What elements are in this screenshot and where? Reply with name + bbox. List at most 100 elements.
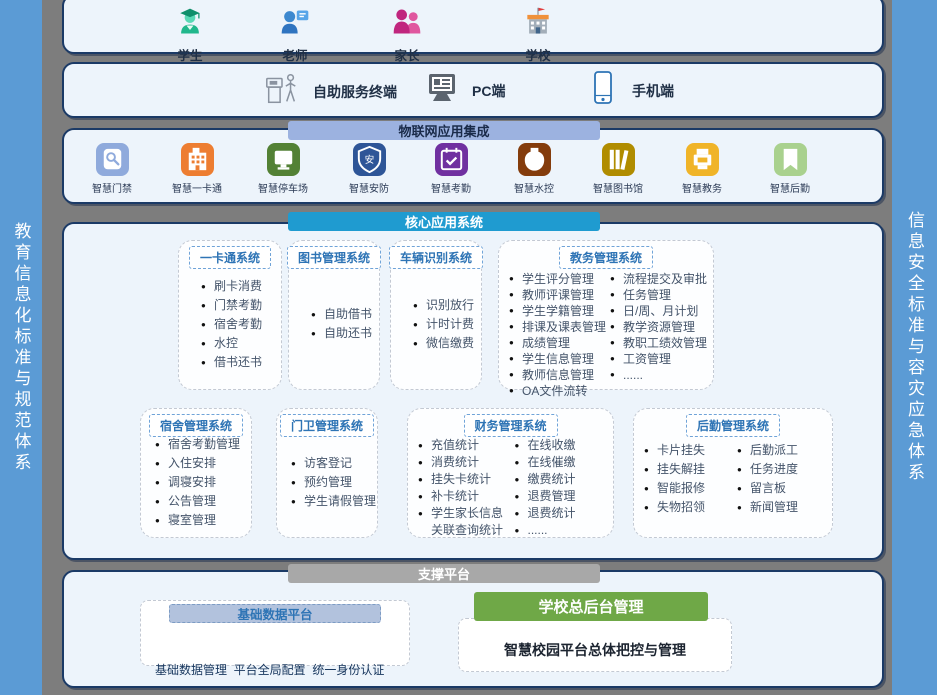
user-school: 学校 — [493, 6, 583, 64]
iot-one-card: 智慧一卡通 — [154, 143, 240, 195]
system-box-gate: 门卫管理系统 访客登记 预约管理 学生请假管理 — [276, 408, 378, 538]
list-item: 自助还书 — [311, 324, 379, 343]
school-admin-description: 智慧校园平台总体把控与管理 — [504, 640, 686, 660]
library-icon — [602, 143, 635, 176]
list-item: 自助借书 — [311, 305, 379, 324]
list-item: 排课及课表管理 — [509, 319, 608, 335]
list-item: 教师信息管理 — [509, 367, 608, 383]
list-item: 刷卡消费 — [201, 277, 281, 296]
support-section-header: 支撑平台 — [288, 564, 600, 583]
system-box-academic: 教务管理系统 学生评分管理 教师评课管理 学生学籍管理 排课及课表管理 成绩管理… — [498, 240, 714, 390]
terminal-mobile: 手机端 — [586, 70, 674, 111]
kiosk-icon — [263, 70, 301, 113]
iot-logistics-label: 智慧后勤 — [770, 180, 810, 195]
list-item: 微信缴费 — [413, 334, 481, 353]
list-item: 挂失卡统计 — [418, 471, 513, 488]
list-item: 工资管理 — [610, 351, 709, 367]
right-standard-bar: 信息安全标准与容灾应急体系 — [892, 0, 937, 695]
list-item: 日/周、月计划 — [610, 303, 709, 319]
list-item: 教师评课管理 — [509, 287, 608, 303]
system-title-onecard: 一卡通系统 — [189, 246, 271, 269]
list-item: 智能报修 — [644, 479, 735, 498]
base-data-platform-title: 基础数据平台 — [169, 604, 381, 623]
list-item: 学生信息管理 — [509, 351, 608, 367]
system-box-vehicle: 车辆识别系统 识别放行 计时计费 微信缴费 — [390, 240, 482, 390]
iot-academic-label: 智慧教务 — [682, 180, 722, 195]
one-card-icon — [181, 143, 214, 176]
list-item: ...... — [515, 522, 610, 539]
list-item: 学生请假管理 — [291, 492, 377, 511]
base-feature-line: 基础数据管理 平台全局配置 统一身份认证 — [155, 662, 384, 678]
system-box-dorm: 宿舍管理系统 宿舍考勤管理 入住安排 调寝安排 公告管理 寝室管理 — [140, 408, 252, 538]
list-item: 在线催缴 — [515, 454, 610, 471]
system-title-library: 图书管理系统 — [287, 246, 381, 269]
terminal-kiosk-label: 自助服务终端 — [313, 82, 397, 102]
user-teacher: 老师 — [250, 6, 340, 64]
list-item: 在线收缴 — [515, 437, 610, 454]
list-item: 访客登记 — [291, 454, 377, 473]
pc-icon — [424, 70, 460, 111]
left-standard-bar: 教育信息化标准与规范体系 — [0, 0, 42, 695]
list-item: 学生评分管理 — [509, 271, 608, 287]
security-icon: 安 — [353, 143, 386, 176]
school-icon — [522, 6, 554, 43]
support-section-title: 支撑平台 — [418, 564, 470, 583]
list-item: 成绩管理 — [509, 335, 608, 351]
list-item: 充值统计 — [418, 437, 513, 454]
system-title-finance: 财务管理系统 — [463, 414, 557, 437]
list-item: 失物招领 — [644, 498, 735, 517]
logistics-icon — [774, 143, 807, 176]
list-item: 退费管理 — [515, 488, 610, 505]
iot-library: 智慧图书馆 — [575, 143, 661, 195]
access-control-icon — [96, 143, 129, 176]
list-item: 宿舍考勤 — [201, 315, 281, 334]
terminal-mobile-label: 手机端 — [632, 81, 674, 101]
list-item: 门禁考勤 — [201, 296, 281, 315]
list-item: 学生学籍管理 — [509, 303, 608, 319]
list-item: 卡片挂失 — [644, 441, 735, 460]
right-standard-label: 信息安全标准与容灾应急体系 — [902, 211, 927, 484]
iot-security-label: 智慧安防 — [349, 180, 389, 195]
school-admin-box: 智慧校园平台总体把控与管理 — [458, 618, 732, 672]
list-item: 退费统计 — [515, 505, 610, 522]
left-standard-label: 教育信息化标准与规范体系 — [9, 222, 34, 474]
iot-parking: 智慧停车场 — [240, 143, 326, 195]
system-title-academic: 教务管理系统 — [559, 246, 653, 269]
list-item: 教职工绩效管理 — [610, 335, 709, 351]
list-item: 任务进度 — [737, 460, 828, 479]
system-title-logistics: 后勤管理系统 — [686, 414, 780, 437]
system-title-gate: 门卫管理系统 — [280, 414, 374, 437]
base-data-platform-features: 基础数据管理 平台全局配置 统一身份认证 用户账户与权限管理 单点登录 — [155, 630, 384, 695]
core-section-header: 核心应用系统 — [288, 212, 600, 231]
list-item: 教学资源管理 — [610, 319, 709, 335]
list-item: 挂失解挂 — [644, 460, 735, 479]
iot-academic: 智慧教务 — [659, 143, 745, 195]
list-item: 计时计费 — [413, 315, 481, 334]
iot-library-label: 智慧图书馆 — [593, 180, 643, 195]
system-box-logistics: 后勤管理系统 卡片挂失 挂失解挂 智能报修 失物招领 后勤派工 任务进度 留言板… — [633, 408, 833, 538]
list-item: 公告管理 — [155, 492, 251, 511]
iot-security: 安 智慧安防 — [326, 143, 412, 195]
core-section-title: 核心应用系统 — [405, 212, 483, 231]
iot-section-header: 物联网应用集成 — [288, 121, 600, 140]
list-item: 入住安排 — [155, 454, 251, 473]
list-item: 缴费统计 — [515, 471, 610, 488]
iot-one-card-label: 智慧一卡通 — [172, 180, 222, 195]
list-item: 调寝安排 — [155, 473, 251, 492]
terminal-pc: PC端 — [424, 70, 505, 111]
list-item: 任务管理 — [610, 287, 709, 303]
iot-access-control-label: 智慧门禁 — [92, 180, 132, 195]
iot-attendance: 智慧考勤 — [408, 143, 494, 195]
system-title-vehicle: 车辆识别系统 — [389, 246, 483, 269]
system-box-finance: 财务管理系统 充值统计 消费统计 挂失卡统计 补卡统计 学生家长信息关联查询统计… — [407, 408, 614, 538]
list-item: 消费统计 — [418, 454, 513, 471]
iot-parking-label: 智慧停车场 — [258, 180, 308, 195]
list-item: 流程提交及审批 — [610, 271, 709, 287]
parents-icon — [391, 6, 423, 43]
list-item: 补卡统计 — [418, 488, 513, 505]
list-item: 预约管理 — [291, 473, 377, 492]
list-item: 新闻管理 — [737, 498, 828, 517]
base-data-platform-box: 基础数据平台 基础数据管理 平台全局配置 统一身份认证 用户账户与权限管理 单点… — [140, 600, 410, 666]
list-item: 后勤派工 — [737, 441, 828, 460]
iot-water-control-label: 智慧水控 — [514, 180, 554, 195]
